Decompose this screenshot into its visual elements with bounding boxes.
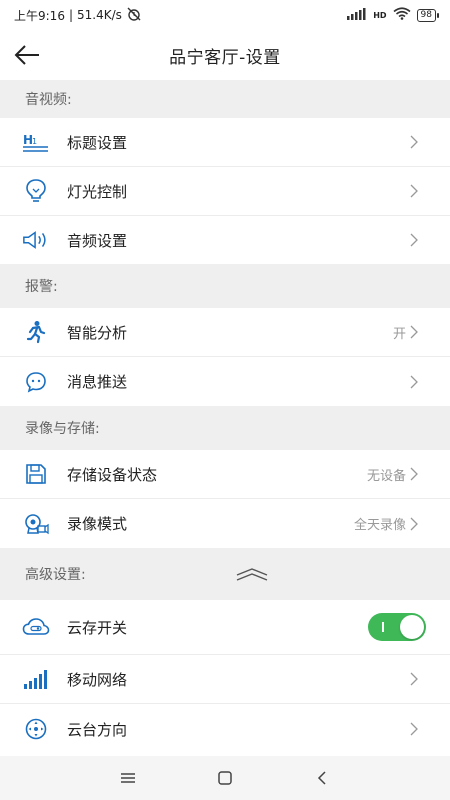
row-title-settings[interactable]: H1 标题设置: [0, 118, 450, 166]
camera-record-icon: [22, 510, 50, 538]
chevron-right-icon: [408, 231, 420, 249]
light-bulb-icon: [22, 177, 50, 205]
system-back-button[interactable]: [302, 760, 342, 796]
wifi-icon: [393, 7, 411, 23]
floppy-disk-icon: [22, 460, 50, 488]
section-header-advanced: 高级设置:: [0, 548, 450, 600]
row-storage-status[interactable]: 存储设备状态 无设备: [0, 450, 450, 498]
status-speed: 51.4K/s: [77, 8, 122, 22]
chevron-right-icon: [408, 323, 420, 341]
ptz-direction-icon: [22, 715, 50, 743]
row-smart-analysis[interactable]: 智能分析 开: [0, 308, 450, 356]
chevron-right-icon: [408, 182, 420, 200]
cloud-storage-toggle[interactable]: [368, 613, 426, 641]
section-header-storage: 录像与存储:: [0, 406, 450, 450]
row-label: 消息推送: [67, 373, 128, 391]
menu-button[interactable]: [108, 760, 148, 796]
row-ptz-direction[interactable]: 云台方向: [0, 704, 450, 754]
section-header-av: 音视频:: [0, 80, 450, 118]
status-left: 上午9:16 | 51.4K/s: [14, 7, 142, 24]
network-type: HD: [373, 10, 387, 20]
speaker-icon: [22, 226, 50, 254]
row-label: 云台方向: [67, 720, 128, 739]
row-label: 录像模式: [67, 515, 128, 533]
row-message-push[interactable]: 消息推送: [0, 357, 450, 406]
back-button[interactable]: [12, 41, 42, 69]
menu-icon: [121, 773, 136, 783]
status-bar: 上午9:16 | 51.4K/s HD 98: [0, 0, 450, 30]
status-separator: |: [68, 8, 73, 22]
row-mobile-network[interactable]: 移动网络: [0, 655, 450, 703]
section-title: 报警:: [25, 279, 58, 295]
row-label: 灯光控制: [67, 182, 128, 201]
row-value: 全天录像: [353, 518, 406, 533]
chevron-left-icon: [317, 771, 326, 785]
section-title: 音视频:: [25, 92, 72, 108]
battery-indicator: 98: [416, 8, 440, 22]
page-title: 品宁客厅-设置: [169, 47, 281, 68]
header: 品宁客厅-设置: [0, 30, 450, 80]
row-label: 音频设置: [67, 231, 128, 250]
row-label: 存储设备状态: [67, 465, 158, 484]
running-person-icon: [22, 318, 50, 346]
row-cloud-storage[interactable]: 云存开关: [0, 600, 450, 654]
row-light-control[interactable]: 灯光控制: [0, 167, 450, 215]
toggle-knob: [400, 615, 424, 639]
row-audio-settings[interactable]: 音频设置: [0, 216, 450, 264]
system-nav-bar: [0, 756, 450, 800]
chevron-right-icon: [408, 133, 420, 151]
status-right: HD 98: [347, 7, 440, 23]
toggle-on-mark: [382, 622, 384, 632]
row-label: 云存开关: [67, 618, 128, 637]
arrow-left-icon: [14, 45, 39, 65]
double-chevron-up-icon: [236, 568, 268, 581]
signal-icon: [347, 7, 367, 23]
chevron-right-icon: [408, 515, 420, 533]
home-square-icon: [218, 771, 232, 785]
alarm-off-icon: [126, 7, 142, 24]
collapse-section-button[interactable]: [235, 566, 269, 582]
svg-text:1: 1: [32, 137, 37, 146]
chevron-right-icon: [408, 720, 420, 738]
section-header-alarm: 报警:: [0, 264, 450, 308]
section-title: 录像与存储:: [25, 421, 100, 437]
row-label: 移动网络: [67, 670, 128, 689]
row-value: 开: [392, 326, 406, 342]
home-button[interactable]: [205, 760, 245, 796]
row-label: 标题设置: [67, 133, 128, 152]
title-h1-icon: H1: [22, 128, 50, 156]
cloud-icon: [22, 613, 50, 641]
signal-bars-icon: [22, 665, 50, 693]
chat-bubble-icon: [22, 368, 50, 396]
status-time: 上午9:16: [14, 8, 65, 23]
row-label: 智能分析: [67, 323, 128, 342]
chevron-right-icon: [408, 373, 420, 391]
chevron-right-icon: [408, 465, 420, 483]
row-record-mode[interactable]: 录像模式 全天录像: [0, 499, 450, 548]
chevron-right-icon: [408, 670, 420, 688]
section-title: 高级设置:: [25, 567, 86, 583]
row-value: 无设备: [366, 468, 406, 484]
